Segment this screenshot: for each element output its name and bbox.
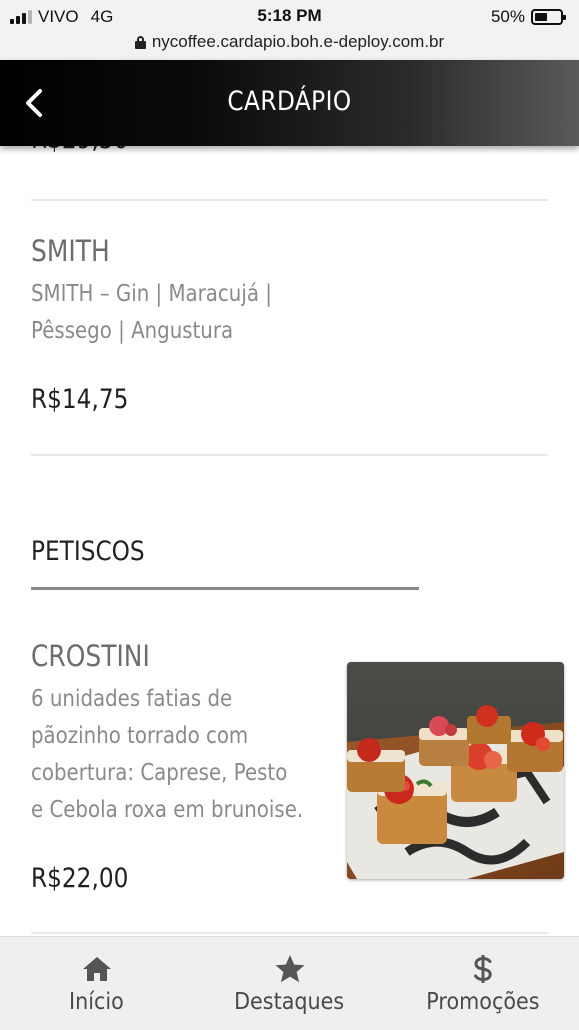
item-name: CROSTINI [31, 639, 150, 673]
section-underline [31, 587, 419, 590]
section-title: PETISCOS [31, 536, 145, 567]
item-price: R$22,00 [31, 863, 129, 894]
food-photo[interactable] [347, 662, 564, 879]
previous-item-price: R$29,50 [31, 146, 128, 155]
browser-status-bar: VIVO 4G 5:18 PM 50% nycoffee.cardapio.bo… [0, 0, 579, 60]
url-bar[interactable]: nycoffee.cardapio.boh.e-deploy.com.br [0, 32, 579, 52]
tab-label: Promoções [425, 989, 540, 1015]
menu-content[interactable]: R$29,50 SMITH SMITH – Gin | Maracujá | P… [0, 146, 579, 936]
lock-icon [134, 35, 146, 49]
tab-label: Destaques [234, 989, 345, 1015]
item-description-line: cobertura: Caprese, Pesto [31, 760, 288, 786]
dollar-icon [473, 955, 492, 983]
url-text[interactable]: nycoffee.cardapio.boh.e-deploy.com.br [152, 32, 444, 52]
item-description-line: e Cebola roxa em brunoise. [31, 797, 304, 823]
tab-label: Início [69, 989, 124, 1015]
bottom-tab-bar: Início Destaques Promoções [0, 936, 579, 1030]
tab-inicio[interactable]: Início [0, 937, 193, 1030]
item-description-line: Pêssego | Angustura [31, 318, 234, 344]
item-divider [31, 932, 548, 934]
home-icon [82, 957, 111, 981]
star-icon [275, 955, 304, 983]
page-title: CARDÁPIO [227, 86, 352, 117]
item-description-line: pãozinho torrado com [31, 723, 249, 749]
item-divider [31, 454, 548, 456]
item-name: SMITH [31, 234, 110, 268]
app-header: CARDÁPIO [0, 60, 579, 146]
tab-promocoes[interactable]: Promoções [386, 937, 579, 1030]
item-divider [31, 199, 548, 201]
food-photo-image [347, 662, 564, 879]
item-price: R$14,75 [31, 384, 129, 415]
item-description-line: SMITH – Gin | Maracujá | [31, 281, 272, 307]
battery-fill [535, 13, 547, 21]
status-right: 50% [490, 6, 566, 28]
battery-percent: 50% [490, 7, 525, 26]
item-description-line: 6 unidades fatias de [31, 686, 233, 712]
battery-icon [531, 9, 566, 25]
tab-destaques[interactable]: Destaques [193, 937, 386, 1030]
